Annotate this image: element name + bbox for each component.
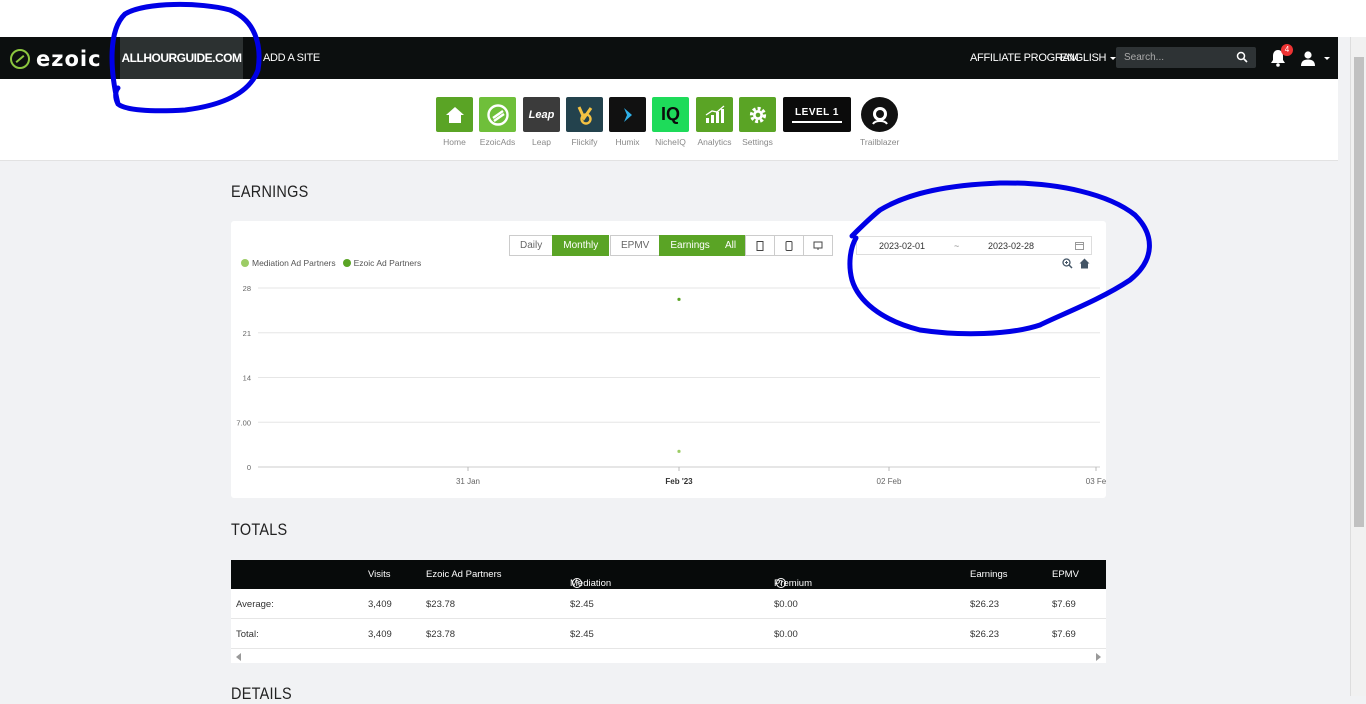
scroll-right-icon[interactable] bbox=[1096, 653, 1101, 661]
cell-epmv: $7.69 bbox=[1052, 599, 1076, 610]
ezoic-icon bbox=[479, 97, 516, 132]
cell-epmv: $7.69 bbox=[1052, 629, 1076, 640]
data-point bbox=[677, 449, 681, 453]
app-flickify[interactable]: Flickify bbox=[566, 97, 603, 147]
user-icon[interactable] bbox=[1300, 50, 1316, 66]
ezoic-logo[interactable]: ezoic bbox=[10, 47, 102, 71]
gear-icon bbox=[739, 97, 776, 132]
cell-earnings: $26.23 bbox=[970, 629, 1000, 640]
app-label: Home bbox=[443, 137, 466, 147]
col-earnings: Earnings bbox=[970, 569, 1008, 580]
app-label: Settings bbox=[742, 137, 773, 147]
cell-visits: 3,409 bbox=[368, 629, 392, 640]
trailblazer-icon bbox=[861, 97, 899, 132]
cell-visits: 3,409 bbox=[368, 599, 392, 610]
totals-title: TOTALS bbox=[231, 520, 288, 539]
earnings-chart-card: Daily Monthly EPMV Earnings All 2023-02-… bbox=[231, 221, 1106, 498]
flickify-icon bbox=[566, 97, 603, 132]
leap-logo-text: Leap bbox=[528, 108, 555, 121]
cell-ezoic: $23.78 bbox=[426, 629, 456, 640]
page-scrollbar[interactable] bbox=[1350, 37, 1366, 696]
row-label: Total: bbox=[236, 629, 259, 640]
app-analytics[interactable]: Analytics bbox=[696, 97, 733, 147]
app-label: Analytics bbox=[697, 137, 732, 147]
language-dropdown[interactable]: ENGLISH bbox=[1060, 37, 1117, 79]
app-settings[interactable]: Settings bbox=[739, 97, 776, 147]
table-horizontal-scrollbar[interactable] bbox=[231, 649, 1106, 663]
app-ezoicads[interactable]: EzoicAds bbox=[479, 97, 516, 147]
nicheiq-icon: IQ bbox=[652, 97, 689, 132]
app-nicheiq[interactable]: IQ NicheIQ bbox=[652, 97, 689, 147]
analytics-icon bbox=[696, 97, 733, 132]
notification-badge: 4 bbox=[1281, 44, 1293, 56]
x-tick-label: 03 Fe bbox=[1086, 477, 1106, 486]
table-row: Total: 3,409 $23.78 $2.45 $0.00 $26.23 $… bbox=[231, 619, 1106, 649]
x-tick-label: 02 Feb bbox=[877, 477, 902, 486]
leap-icon: Leap bbox=[523, 97, 560, 132]
app-leap[interactable]: Leap Leap bbox=[523, 97, 560, 147]
app-launcher-bar: Home EzoicAds Leap Leap Flickify Humix I… bbox=[0, 79, 1338, 161]
earnings-title: EARNINGS bbox=[231, 182, 309, 201]
search-input[interactable] bbox=[1116, 47, 1226, 68]
row-label: Average: bbox=[236, 599, 274, 610]
x-tick-label: 31 Jan bbox=[456, 477, 480, 486]
logo-text: ezoic bbox=[36, 47, 102, 71]
y-tick-label: 14 bbox=[243, 374, 251, 383]
scrollbar-thumb[interactable] bbox=[1354, 57, 1364, 527]
cell-premium: $0.00 bbox=[774, 599, 798, 610]
level-icon: LEVEL 1 bbox=[783, 97, 851, 132]
language-label: ENGLISH bbox=[1060, 52, 1107, 64]
add-site-link[interactable]: ADD A SITE bbox=[263, 37, 320, 79]
level-text: LEVEL 1 bbox=[795, 106, 839, 118]
browser-top-area bbox=[0, 0, 1366, 37]
col-visits: Visits bbox=[368, 569, 391, 580]
search-icon[interactable] bbox=[1236, 51, 1248, 63]
earnings-chart[interactable]: 0 7.00 14 21 28 31 Jan Feb '23 02 Feb 03 Fe bbox=[231, 221, 1106, 498]
y-tick-label: 0 bbox=[247, 463, 251, 472]
site-selector[interactable]: ALLHOURGUIDE.COM bbox=[120, 37, 243, 79]
humix-icon bbox=[609, 97, 646, 132]
app-label: Leap bbox=[532, 137, 551, 147]
scroll-left-icon[interactable] bbox=[236, 653, 241, 661]
table-row: Average: 3,409 $23.78 $2.45 $0.00 $26.23… bbox=[231, 589, 1106, 619]
cell-mediation: $2.45 bbox=[570, 629, 594, 640]
col-epmv: EPMV bbox=[1052, 569, 1079, 580]
app-level[interactable]: LEVEL 1 bbox=[783, 97, 851, 137]
app-home[interactable]: Home bbox=[436, 97, 473, 147]
app-label: Flickify bbox=[571, 137, 598, 147]
cell-ezoic: $23.78 bbox=[426, 599, 456, 610]
top-navbar: ezoic ALLHOURGUIDE.COM ADD A SITE AFFILI… bbox=[0, 37, 1338, 79]
y-tick-label: 28 bbox=[243, 284, 251, 293]
y-tick-label: 7.00 bbox=[236, 418, 251, 427]
iq-logo-text: IQ bbox=[660, 104, 680, 124]
cell-premium: $0.00 bbox=[774, 629, 798, 640]
y-tick-label: 21 bbox=[243, 329, 251, 338]
cell-earnings: $26.23 bbox=[970, 599, 1000, 610]
ezoic-logo-icon bbox=[10, 49, 30, 69]
help-icon[interactable]: ? bbox=[776, 578, 786, 588]
col-ezoic-ad-partners: Ezoic Ad Partners bbox=[426, 569, 502, 580]
table-header: Visits Ezoic Ad Partners Mediation Ad Pa… bbox=[231, 560, 1106, 611]
search-box[interactable] bbox=[1116, 47, 1256, 68]
level-progress-bar bbox=[792, 120, 842, 123]
data-point bbox=[677, 297, 681, 301]
app-label: NicheIQ bbox=[655, 137, 686, 147]
app-trailblazer[interactable]: Trailblazer bbox=[860, 97, 899, 147]
x-tick-label: Feb '23 bbox=[665, 477, 693, 486]
app-label: Humix bbox=[615, 137, 640, 147]
home-icon bbox=[436, 97, 473, 132]
totals-table: Visits Ezoic Ad Partners Mediation Ad Pa… bbox=[231, 560, 1106, 663]
user-menu-chevron-icon[interactable] bbox=[1324, 57, 1330, 60]
help-icon[interactable]: ? bbox=[572, 578, 582, 588]
cell-mediation: $2.45 bbox=[570, 599, 594, 610]
app-label: Trailblazer bbox=[860, 137, 900, 147]
app-humix[interactable]: Humix bbox=[609, 97, 646, 147]
app-label: EzoicAds bbox=[479, 137, 516, 147]
details-title: DETAILS bbox=[231, 684, 292, 703]
